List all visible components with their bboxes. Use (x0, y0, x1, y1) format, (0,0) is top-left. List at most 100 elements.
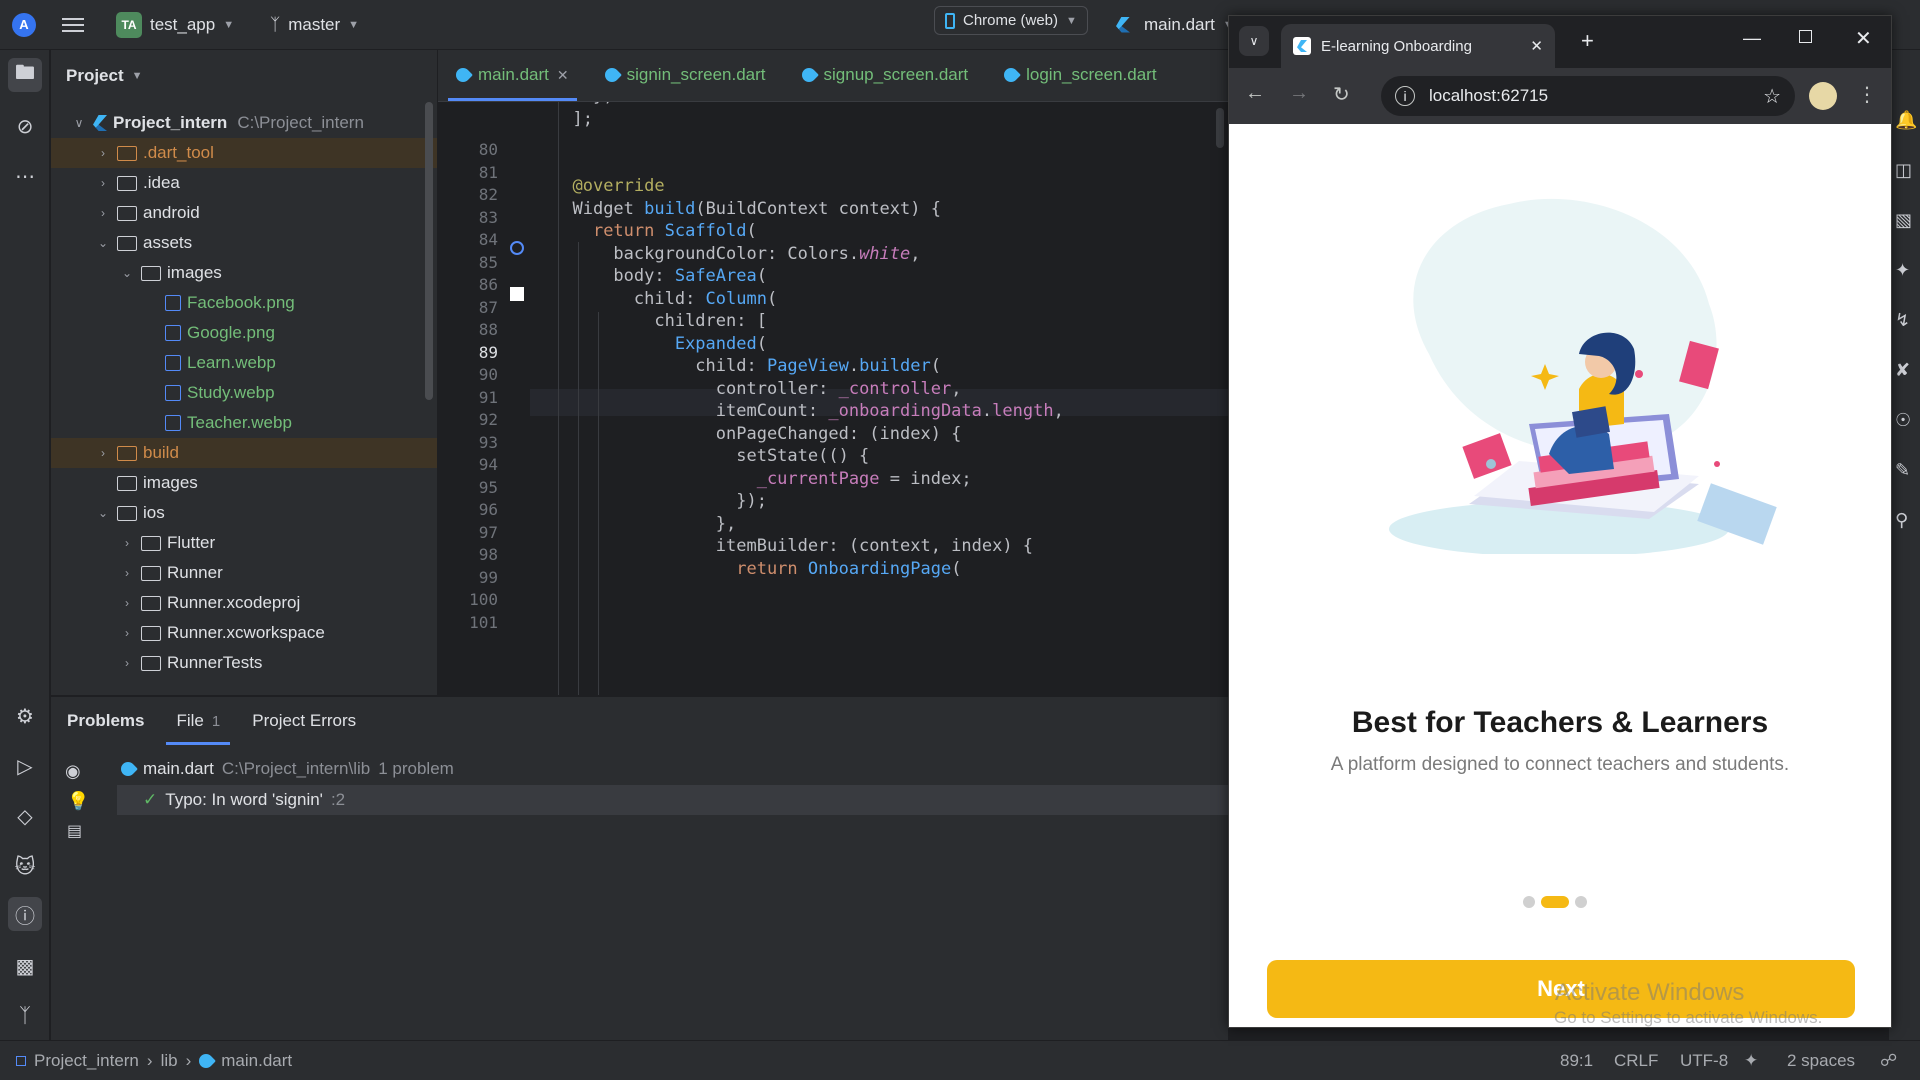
bookmark-star-icon[interactable]: ☆ (1763, 84, 1781, 109)
tree-folder-item[interactable]: ⌄ images (51, 258, 437, 288)
tree-folder-item[interactable]: › android (51, 198, 437, 228)
tree-file-item[interactable]: Facebook.png (51, 288, 437, 318)
tab-login-screen[interactable]: login_screen.dart (986, 49, 1174, 101)
gradle-icon[interactable]: ☉ (1895, 410, 1911, 431)
collapsed-arrow-icon[interactable]: › (95, 206, 111, 220)
problems-icon[interactable]: ⓘ (8, 897, 42, 931)
device-manager-icon[interactable]: ▧ (1895, 210, 1912, 231)
tree-file-item[interactable]: Study.webp (51, 378, 437, 408)
tab-file[interactable]: File 1 (160, 697, 236, 745)
eye-icon[interactable]: ◉ (65, 761, 81, 782)
breadcrumb-item[interactable]: Project_intern (34, 1051, 139, 1071)
notifications-icon[interactable]: 🔔 (1895, 110, 1917, 131)
window-close-icon[interactable]: ✕ (1855, 26, 1872, 51)
edit-icon[interactable]: ✎ (1895, 460, 1910, 481)
indent-setting[interactable]: 2 spaces (1787, 1051, 1855, 1071)
back-icon[interactable]: ← (1245, 82, 1265, 105)
git-icon[interactable]: ᛉ (12, 1003, 38, 1029)
branch-selector[interactable]: ᛉ master ▼ (270, 15, 359, 35)
collapsed-arrow-icon[interactable]: › (95, 146, 111, 160)
tab-signin-screen[interactable]: signin_screen.dart (587, 49, 784, 101)
tree-folder-item[interactable]: › build (51, 438, 437, 468)
browser-menu-icon[interactable]: ⋮ (1857, 82, 1877, 107)
expanded-arrow-icon[interactable]: ⌄ (119, 266, 135, 280)
page-dot[interactable] (1523, 896, 1535, 908)
tree-folder-item[interactable]: images (51, 468, 437, 498)
address-bar[interactable]: i localhost:62715 ☆ (1381, 76, 1795, 116)
flutter-inspector-icon[interactable]: ⚙ (12, 703, 38, 729)
problem-row[interactable]: ✓ Typo: In word 'signin' :2 (117, 785, 1228, 815)
maximize-icon[interactable] (1799, 30, 1812, 43)
minimize-icon[interactable]: — (1743, 28, 1761, 49)
database-icon[interactable]: ◫ (1895, 160, 1912, 181)
tree-folder-item[interactable]: › Runner.xcodeproj (51, 588, 437, 618)
forward-icon[interactable]: → (1289, 82, 1309, 105)
commit-icon[interactable]: ⊘ (12, 113, 38, 139)
tab-problems[interactable]: Problems (51, 697, 160, 745)
breadcrumb-item[interactable]: lib (161, 1051, 178, 1071)
tree-folder-item[interactable]: ⌄ ios (51, 498, 437, 528)
more-icon[interactable]: ⋯ (12, 163, 38, 189)
tree-file-item[interactable]: Teacher.webp (51, 408, 437, 438)
project-scrollbar[interactable] (425, 102, 433, 400)
device-selector[interactable]: Chrome (web) ▼ (934, 6, 1088, 35)
cat-icon[interactable]: 🐱 (12, 853, 38, 879)
new-tab-icon[interactable]: + (1581, 28, 1594, 54)
tree-folder-item[interactable]: › Runner (51, 558, 437, 588)
site-info-icon[interactable]: i (1395, 86, 1415, 106)
problem-file-row[interactable]: main.dart C:\Project_intern\lib 1 proble… (118, 759, 454, 779)
gem-icon[interactable]: ◇ (12, 803, 38, 829)
layout-inspector-icon[interactable]: ⚲ (1895, 510, 1908, 531)
caret-position[interactable]: 89:1 (1560, 1051, 1593, 1071)
lock-icon[interactable]: ☍ (1880, 1051, 1897, 1071)
tab-signup-screen[interactable]: signup_screen.dart (784, 49, 987, 101)
collapsed-arrow-icon[interactable]: › (95, 176, 111, 190)
breadcrumb-item[interactable]: main.dart (221, 1051, 292, 1071)
main-menu-button[interactable] (62, 17, 84, 32)
tab-search-icon[interactable]: ∨ (1239, 26, 1269, 56)
tree-file-item[interactable]: Google.png (51, 318, 437, 348)
project-panel-header[interactable]: Project ▼ (51, 50, 437, 102)
color-swatch[interactable] (510, 287, 524, 301)
expanded-arrow-icon[interactable]: ⌄ (95, 236, 111, 250)
wrap-icon[interactable]: ↯ (1895, 310, 1910, 331)
collapsed-arrow-icon[interactable]: › (119, 566, 135, 580)
ai-assistant-icon[interactable]: ✦ (1895, 260, 1910, 281)
expanded-arrow-icon[interactable]: ⌄ (95, 506, 111, 520)
preview-icon[interactable]: ▤ (67, 821, 82, 841)
tree-folder-item[interactable]: › RunnerTests (51, 648, 437, 678)
page-dot[interactable] (1541, 896, 1569, 908)
override-marker-icon[interactable] (510, 241, 524, 255)
tree-folder-item[interactable]: › Flutter (51, 528, 437, 558)
tree-root[interactable]: ∨ Project_intern C:\Project_intern (51, 108, 437, 138)
ai-status-icon[interactable]: ✦ (1744, 1051, 1758, 1071)
run-icon[interactable]: ▷ (12, 753, 38, 779)
tab-project-errors[interactable]: Project Errors (236, 697, 372, 745)
ide-logo-icon[interactable]: A (12, 12, 36, 37)
editor-scrollbar[interactable] (1216, 108, 1224, 148)
tree-file-item[interactable]: Learn.webp (51, 348, 437, 378)
collapsed-arrow-icon[interactable]: › (119, 596, 135, 610)
profile-avatar[interactable] (1809, 82, 1837, 110)
lightbulb-icon[interactable]: 💡 (67, 791, 89, 812)
line-ending[interactable]: CRLF (1614, 1051, 1658, 1071)
collapsed-arrow-icon[interactable]: › (119, 626, 135, 640)
project-selector[interactable]: TA test_app ▼ (116, 11, 234, 38)
encoding[interactable]: UTF-8 (1680, 1051, 1728, 1071)
collapsed-arrow-icon[interactable]: › (119, 656, 135, 670)
code-area[interactable]: 80 81 82 83 84 85 86 87 88 89 90 91 92 93 94 95 96 97 98 99… (438, 102, 1228, 695)
terminal-icon[interactable]: ▩ (12, 953, 38, 979)
collapsed-arrow-icon[interactable]: › (119, 536, 135, 550)
close-icon[interactable]: ✕ (557, 67, 569, 84)
tree-folder-item[interactable]: › .idea (51, 168, 437, 198)
close-icon[interactable]: ✕ (1530, 37, 1543, 55)
tools-icon[interactable]: ✘ (1895, 360, 1910, 381)
browser-tab[interactable]: E-learning Onboarding ✕ (1281, 24, 1555, 68)
reload-icon[interactable]: ↻ (1333, 82, 1350, 107)
tree-folder-item[interactable]: › Runner.xcworkspace (51, 618, 437, 648)
collapsed-arrow-icon[interactable]: › (95, 446, 111, 460)
tree-folder-item[interactable]: ⌄ assets (51, 228, 437, 258)
run-config-selector[interactable]: main.dart ▼ (1116, 15, 1234, 35)
tab-main-dart[interactable]: main.dart ✕ (438, 49, 587, 101)
page-dot[interactable] (1575, 896, 1587, 908)
